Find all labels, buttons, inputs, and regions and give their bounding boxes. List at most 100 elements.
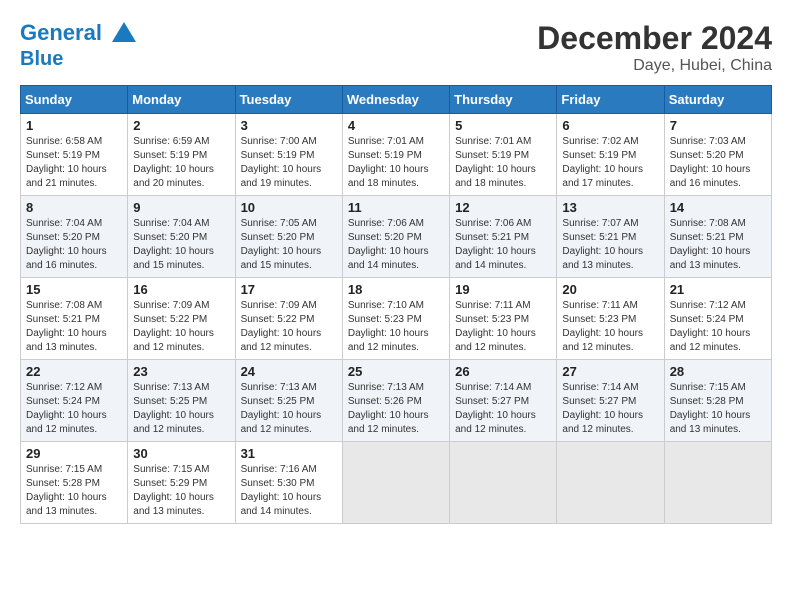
- weekday-header-thursday: Thursday: [450, 86, 557, 114]
- month-title: December 2024: [537, 20, 772, 57]
- location-title: Daye, Hubei, China: [537, 57, 772, 75]
- day-number: 11: [348, 200, 444, 215]
- day-number: 30: [133, 446, 229, 461]
- calendar-cell: [557, 442, 664, 524]
- day-number: 26: [455, 364, 551, 379]
- day-number: 3: [241, 118, 337, 133]
- weekday-header-friday: Friday: [557, 86, 664, 114]
- day-info: Sunrise: 7:15 AMSunset: 5:28 PMDaylight:…: [26, 463, 122, 519]
- day-number: 22: [26, 364, 122, 379]
- day-info: Sunrise: 7:16 AMSunset: 5:30 PMDaylight:…: [241, 463, 337, 519]
- logo-blue: Blue: [20, 48, 138, 70]
- day-number: 25: [348, 364, 444, 379]
- title-area: December 2024 Daye, Hubei, China: [537, 20, 772, 75]
- day-info: Sunrise: 7:13 AMSunset: 5:25 PMDaylight:…: [241, 381, 337, 437]
- calendar-cell: 21 Sunrise: 7:12 AMSunset: 5:24 PMDayligh…: [664, 278, 771, 360]
- calendar-cell: 9Sunrise: 7:04 AMSunset: 5:20 PMDaylight…: [128, 196, 235, 278]
- day-number: 6: [562, 118, 658, 133]
- logo-text: General: [20, 20, 138, 48]
- calendar-cell: 19 Sunrise: 7:11 AMSunset: 5:23 PMDayligh…: [450, 278, 557, 360]
- day-number: 15: [26, 282, 122, 297]
- day-info: Sunrise: 6:58 AMSunset: 5:19 PMDaylight:…: [26, 135, 122, 191]
- day-info: Sunrise: 6:59 AMSunset: 5:19 PMDaylight:…: [133, 135, 229, 191]
- calendar-cell: 10 Sunrise: 7:05 AMSunset: 5:20 PMDayligh…: [235, 196, 342, 278]
- calendar-cell: 24 Sunrise: 7:13 AMSunset: 5:25 PMDayligh…: [235, 360, 342, 442]
- day-info: Sunrise: 7:09 AMSunset: 5:22 PMDaylight:…: [241, 299, 337, 355]
- day-info: Sunrise: 7:06 AMSunset: 5:20 PMDaylight:…: [348, 217, 444, 273]
- day-info: Sunrise: 7:08 AMSunset: 5:21 PMDaylight:…: [670, 217, 766, 273]
- calendar-cell: 18 Sunrise: 7:10 AMSunset: 5:23 PMDayligh…: [342, 278, 449, 360]
- day-number: 23: [133, 364, 229, 379]
- day-info: Sunrise: 7:10 AMSunset: 5:23 PMDaylight:…: [348, 299, 444, 355]
- weekday-header-monday: Monday: [128, 86, 235, 114]
- calendar-cell: 31 Sunrise: 7:16 AMSunset: 5:30 PMDayligh…: [235, 442, 342, 524]
- weekday-header-saturday: Saturday: [664, 86, 771, 114]
- day-info: Sunrise: 7:13 AMSunset: 5:26 PMDaylight:…: [348, 381, 444, 437]
- day-number: 1: [26, 118, 122, 133]
- day-info: Sunrise: 7:04 AMSunset: 5:20 PMDaylight:…: [26, 217, 122, 273]
- calendar-cell: 28 Sunrise: 7:15 AMSunset: 5:28 PMDayligh…: [664, 360, 771, 442]
- day-info: Sunrise: 7:15 AMSunset: 5:28 PMDaylight:…: [670, 381, 766, 437]
- day-info: Sunrise: 7:11 AMSunset: 5:23 PMDaylight:…: [562, 299, 658, 355]
- day-number: 17: [241, 282, 337, 297]
- calendar-cell: 20Sunrise: 7:11 AMSunset: 5:23 PMDayligh…: [557, 278, 664, 360]
- day-info: Sunrise: 7:02 AMSunset: 5:19 PMDaylight:…: [562, 135, 658, 191]
- calendar-cell: 27 Sunrise: 7:14 AMSunset: 5:27 PMDayligh…: [557, 360, 664, 442]
- day-info: Sunrise: 7:06 AMSunset: 5:21 PMDaylight:…: [455, 217, 551, 273]
- day-number: 13: [562, 200, 658, 215]
- day-info: Sunrise: 7:11 AMSunset: 5:23 PMDaylight:…: [455, 299, 551, 355]
- day-number: 24: [241, 364, 337, 379]
- calendar-cell: 1 Sunrise: 6:58 AMSunset: 5:19 PMDaylight…: [21, 114, 128, 196]
- calendar-cell: 23 Sunrise: 7:13 AMSunset: 5:25 PMDayligh…: [128, 360, 235, 442]
- calendar-cell: 12 Sunrise: 7:06 AMSunset: 5:21 PMDayligh…: [450, 196, 557, 278]
- calendar-cell: [342, 442, 449, 524]
- calendar-cell: 30 Sunrise: 7:15 AMSunset: 5:29 PMDayligh…: [128, 442, 235, 524]
- calendar-cell: 22Sunrise: 7:12 AMSunset: 5:24 PMDayligh…: [21, 360, 128, 442]
- day-info: Sunrise: 7:14 AMSunset: 5:27 PMDaylight:…: [455, 381, 551, 437]
- calendar-cell: 2Sunrise: 6:59 AMSunset: 5:19 PMDaylight…: [128, 114, 235, 196]
- calendar-cell: 6 Sunrise: 7:02 AMSunset: 5:19 PMDaylight…: [557, 114, 664, 196]
- calendar-cell: 7Sunrise: 7:03 AMSunset: 5:20 PMDaylight…: [664, 114, 771, 196]
- weekday-header-tuesday: Tuesday: [235, 86, 342, 114]
- day-info: Sunrise: 7:05 AMSunset: 5:20 PMDaylight:…: [241, 217, 337, 273]
- calendar-cell: 3 Sunrise: 7:00 AMSunset: 5:19 PMDaylight…: [235, 114, 342, 196]
- day-info: Sunrise: 7:09 AMSunset: 5:22 PMDaylight:…: [133, 299, 229, 355]
- day-number: 31: [241, 446, 337, 461]
- day-number: 28: [670, 364, 766, 379]
- day-number: 18: [348, 282, 444, 297]
- day-number: 10: [241, 200, 337, 215]
- calendar-cell: 29 Sunrise: 7:15 AMSunset: 5:28 PMDayligh…: [21, 442, 128, 524]
- logo-icon: [110, 20, 138, 48]
- day-info: Sunrise: 7:04 AMSunset: 5:20 PMDaylight:…: [133, 217, 229, 273]
- day-number: 19: [455, 282, 551, 297]
- day-number: 27: [562, 364, 658, 379]
- day-info: Sunrise: 7:12 AMSunset: 5:24 PMDaylight:…: [670, 299, 766, 355]
- calendar-cell: [664, 442, 771, 524]
- day-info: Sunrise: 7:13 AMSunset: 5:25 PMDaylight:…: [133, 381, 229, 437]
- calendar: SundayMondayTuesdayWednesdayThursdayFrid…: [20, 85, 772, 524]
- calendar-cell: 13Sunrise: 7:07 AMSunset: 5:21 PMDayligh…: [557, 196, 664, 278]
- day-number: 12: [455, 200, 551, 215]
- day-info: Sunrise: 7:03 AMSunset: 5:20 PMDaylight:…: [670, 135, 766, 191]
- day-number: 29: [26, 446, 122, 461]
- calendar-cell: 26 Sunrise: 7:14 AMSunset: 5:27 PMDayligh…: [450, 360, 557, 442]
- day-number: 5: [455, 118, 551, 133]
- logo: General Blue: [20, 20, 138, 70]
- calendar-cell: 17 Sunrise: 7:09 AMSunset: 5:22 PMDayligh…: [235, 278, 342, 360]
- calendar-cell: 16 Sunrise: 7:09 AMSunset: 5:22 PMDayligh…: [128, 278, 235, 360]
- day-number: 16: [133, 282, 229, 297]
- day-info: Sunrise: 7:15 AMSunset: 5:29 PMDaylight:…: [133, 463, 229, 519]
- calendar-cell: [450, 442, 557, 524]
- day-info: Sunrise: 7:08 AMSunset: 5:21 PMDaylight:…: [26, 299, 122, 355]
- day-info: Sunrise: 7:01 AMSunset: 5:19 PMDaylight:…: [455, 135, 551, 191]
- day-info: Sunrise: 7:14 AMSunset: 5:27 PMDaylight:…: [562, 381, 658, 437]
- day-info: Sunrise: 7:01 AMSunset: 5:19 PMDaylight:…: [348, 135, 444, 191]
- weekday-header-wednesday: Wednesday: [342, 86, 449, 114]
- day-info: Sunrise: 7:00 AMSunset: 5:19 PMDaylight:…: [241, 135, 337, 191]
- calendar-cell: 14 Sunrise: 7:08 AMSunset: 5:21 PMDayligh…: [664, 196, 771, 278]
- logo-general: General: [20, 20, 102, 45]
- weekday-header-sunday: Sunday: [21, 86, 128, 114]
- calendar-cell: 15 Sunrise: 7:08 AMSunset: 5:21 PMDayligh…: [21, 278, 128, 360]
- day-number: 21: [670, 282, 766, 297]
- day-number: 14: [670, 200, 766, 215]
